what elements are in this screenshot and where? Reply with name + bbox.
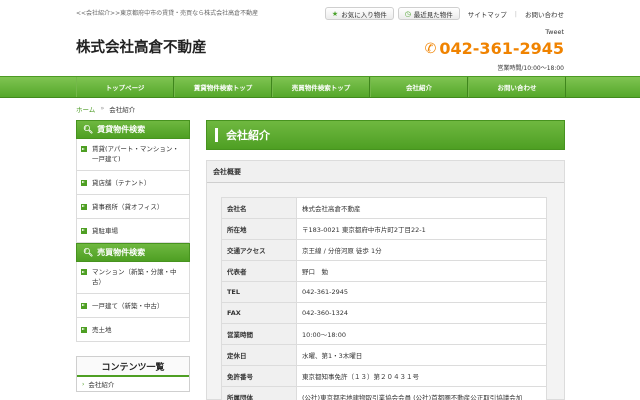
- arrow-bullet-icon: [81, 146, 87, 152]
- table-row: TEL 042-361-2945: [221, 281, 547, 303]
- row-value: 10:00～18:00: [296, 323, 547, 345]
- table-row: 代表者 野口 勉: [221, 260, 547, 282]
- global-nav: トップページ 賃貸物件検索トップ 売買物件検索トップ 会社紹介 お問い合わせ: [0, 76, 640, 98]
- arrow-bullet-icon: [81, 227, 87, 234]
- business-hours: 営業時間/10:00～18:00: [497, 65, 564, 72]
- sidebar-item-label: 貸店舗（テナント）: [92, 178, 151, 187]
- breadcrumb-separator: »: [100, 104, 105, 112]
- nav-item-rent-search[interactable]: 賃貸物件検索トップ: [174, 77, 272, 97]
- utility-divider: |: [514, 9, 517, 18]
- arrow-bullet-icon: [81, 203, 87, 210]
- sidebar-item-label: マンション（新築・分譲・中古）: [92, 268, 177, 286]
- rent-search-heading: 🔍︎ 賃貸物件検索: [76, 120, 190, 139]
- row-label: FAX: [221, 302, 297, 324]
- nav-item-contact[interactable]: お問い合わせ: [468, 77, 566, 97]
- arrow-bullet-icon: [81, 326, 87, 333]
- arrow-bullet-icon: [81, 179, 87, 186]
- main-content: 会社紹介 会社概要 会社名 株式会社高倉不動産 所在地 〒183-0021 東京都府…: [206, 120, 565, 400]
- table-row: 定休日 水曜、第1・3木曜日: [221, 344, 547, 366]
- breadcrumb-current: 会社紹介: [109, 106, 136, 114]
- sidebar-item-label: 一戸建て（新築・中古）: [92, 301, 164, 310]
- row-label: 免許番号: [221, 365, 297, 387]
- breadcrumb-home[interactable]: ホーム: [76, 104, 95, 114]
- phone-text: 042-361-2945: [439, 39, 564, 58]
- sale-search-heading-label: 売買物件検索: [97, 248, 146, 257]
- row-value: 042-361-2945: [296, 281, 547, 303]
- panel-title: 会社概要: [207, 161, 564, 183]
- arrow-bullet-icon: [81, 302, 87, 309]
- sidebar-item-sale-house[interactable]: 一戸建て（新築・中古）: [76, 294, 190, 318]
- sidebar-item-sale-mansion[interactable]: マンション（新築・分譲・中古）: [76, 262, 190, 294]
- table-row: 免許番号 東京都知事免許（１３）第２０４３１号: [221, 365, 547, 387]
- row-label: TEL: [221, 281, 297, 303]
- row-value: 株式会社高倉不動産: [296, 197, 547, 219]
- table-row: 所在地 〒183-0021 東京都府中市片町2丁目22-1: [221, 218, 547, 240]
- row-label: 会社名: [221, 197, 297, 219]
- table-row: 所属団体 (公社)東京都宅地建物取引業協会会員 (公社)首都圏不動産公正取引協議会…: [221, 386, 547, 400]
- sidebar-item-label: 賃貸(アパート・マンション・一戸建て): [92, 145, 179, 163]
- site-tagline: <<会社紹介>>東京都府中市の賃貸・売買なら株式会社高倉不動産: [76, 10, 259, 17]
- chevron-right-icon: ›: [82, 380, 85, 388]
- recent-label: 最近見た物件: [413, 10, 453, 19]
- sidebar-item-label: 売土地: [92, 325, 112, 334]
- utility-links: ★ お気に入り物件 ◷ 最近見た物件 サイトマップ | お問い合わせ: [321, 7, 564, 20]
- favorites-button[interactable]: ★ お気に入り物件: [324, 7, 394, 20]
- row-value: 京王線 / 分倍河原 徒歩 1分: [296, 239, 547, 261]
- company-overview-panel: 会社概要 会社名 株式会社高倉不動産 所在地 〒183-0021 東京都府中市片町2…: [206, 160, 565, 400]
- sitemap-link[interactable]: サイトマップ: [468, 9, 507, 19]
- table-row: FAX 042-360-1324: [221, 302, 547, 324]
- clock-icon: ◷: [404, 9, 411, 18]
- row-value: 水曜、第1・3木曜日: [296, 344, 547, 366]
- phone-icon: ✆: [424, 40, 437, 57]
- sidebar-item-rent-office[interactable]: 貸事務所（貸オフィス）: [76, 195, 190, 219]
- row-value: 東京都知事免許（１３）第２０４３１号: [296, 365, 547, 387]
- site-logo-title[interactable]: 株式会社高倉不動産: [76, 36, 207, 57]
- row-value: 042-360-1324: [296, 302, 547, 324]
- sidebar-item-label: 貸駐車場: [92, 226, 118, 235]
- rent-search-heading-label: 賃貸物件検索: [97, 125, 146, 134]
- row-label: 所属団体: [221, 386, 297, 400]
- row-label: 定休日: [221, 344, 297, 366]
- sidebar-item-rent-store[interactable]: 貸店舗（テナント）: [76, 171, 190, 195]
- table-row: 会社名 株式会社高倉不動産: [221, 197, 547, 219]
- sidebar-item-rent-residential[interactable]: 賃貸(アパート・マンション・一戸建て): [76, 139, 190, 171]
- search-icon: 🔍︎: [83, 125, 94, 134]
- row-value: (公社)東京都宅地建物取引業協会会員 (公社)首都圏不動産公正取引協議会加: [296, 386, 547, 400]
- recent-button[interactable]: ◷ 最近見た物件: [397, 7, 460, 20]
- title-bar-decoration: [215, 128, 218, 142]
- row-label: 交通アクセス: [221, 239, 297, 261]
- page-title: 会社紹介: [206, 120, 565, 150]
- search-icon: 🔍︎: [83, 248, 94, 257]
- breadcrumb: ホーム » 会社紹介: [76, 104, 135, 114]
- row-label: 営業時間: [221, 323, 297, 345]
- row-label: 代表者: [221, 260, 297, 282]
- sidebar-item-sale-land[interactable]: 売土地: [76, 318, 190, 342]
- sale-search-heading: 🔍︎ 売買物件検索: [76, 243, 190, 262]
- company-info-table: 会社名 株式会社高倉不動産 所在地 〒183-0021 東京都府中市片町2丁目22-…: [221, 197, 547, 400]
- sidebar-item-rent-parking[interactable]: 貸駐車場: [76, 219, 190, 243]
- table-row: 交通アクセス 京王線 / 分倍河原 徒歩 1分: [221, 239, 547, 261]
- contents-item-company[interactable]: › 会社紹介: [77, 377, 189, 391]
- star-icon: ★: [331, 9, 339, 18]
- nav-item-sale-search[interactable]: 売買物件検索トップ: [272, 77, 370, 97]
- row-label: 所在地: [221, 218, 297, 240]
- contents-heading: コンテンツ一覧: [77, 357, 189, 377]
- contents-list: コンテンツ一覧 › 会社紹介: [76, 356, 190, 392]
- table-row: 営業時間 10:00～18:00: [221, 323, 547, 345]
- page-title-text: 会社紹介: [226, 129, 270, 142]
- row-value: 〒183-0021 東京都府中市片町2丁目22-1: [296, 218, 547, 240]
- arrow-bullet-icon: [81, 269, 87, 275]
- row-value: 野口 勉: [296, 260, 547, 282]
- tweet-button[interactable]: Tweet: [545, 28, 564, 36]
- nav-item-top[interactable]: トップページ: [76, 77, 174, 97]
- contents-item-label: 会社紹介: [88, 381, 115, 389]
- sidebar-item-label: 貸事務所（貸オフィス）: [92, 202, 164, 211]
- contact-link[interactable]: お問い合わせ: [525, 9, 564, 19]
- phone-number: ✆ 042-361-2945: [425, 39, 564, 58]
- nav-item-company[interactable]: 会社紹介: [370, 77, 468, 97]
- favorites-label: お気に入り物件: [341, 10, 387, 19]
- sidebar: 🔍︎ 賃貸物件検索 賃貸(アパート・マンション・一戸建て) 貸店舗（テナント） …: [76, 120, 190, 392]
